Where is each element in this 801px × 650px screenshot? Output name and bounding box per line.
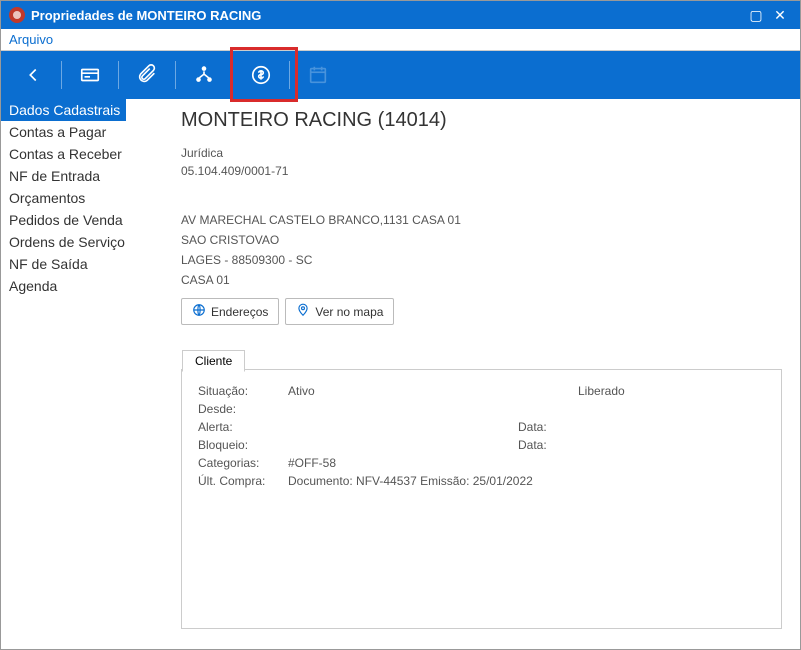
separator xyxy=(175,61,176,89)
tab-cliente[interactable]: Cliente xyxy=(182,350,245,372)
entity-heading: MONTEIRO RACING (14014) xyxy=(181,109,782,132)
ultcompra-value: Documento: NFV-44537 Emissão: 25/01/2022 xyxy=(288,474,678,488)
sidebar-item-orcamentos[interactable]: Orçamentos xyxy=(1,187,171,209)
enderecos-button[interactable]: Endereços xyxy=(181,298,279,325)
data2-label: Data: xyxy=(518,438,578,452)
content-area: Dados Cadastrais Contas a Pagar Contas a… xyxy=(1,99,800,649)
cliente-panel: Cliente Situação: Ativo Liberado Desde: … xyxy=(181,369,782,629)
toolbar xyxy=(1,51,800,99)
categorias-value: #OFF-58 xyxy=(288,456,518,470)
sidebar-item-nf-saida[interactable]: NF de Saída xyxy=(1,253,171,275)
money-icon[interactable] xyxy=(239,53,283,97)
separator xyxy=(232,61,233,89)
back-button[interactable] xyxy=(11,53,55,97)
calendar-icon xyxy=(296,53,340,97)
relations-icon[interactable] xyxy=(182,53,226,97)
maximize-button[interactable]: ▢ xyxy=(744,7,768,24)
window-title: Propriedades de MONTEIRO RACING xyxy=(31,8,261,23)
app-icon xyxy=(9,7,25,23)
address-line4: CASA 01 xyxy=(181,270,782,290)
situacao-label: Situação: xyxy=(198,384,288,398)
sidebar-item-dados-cadastrais[interactable]: Dados Cadastrais xyxy=(1,99,126,121)
card-icon[interactable] xyxy=(68,53,112,97)
separator xyxy=(289,61,290,89)
ultcompra-label: Últ. Compra: xyxy=(198,474,288,488)
titlebar: Propriedades de MONTEIRO RACING ▢ ✕ xyxy=(1,1,800,29)
sidebar-item-nf-entrada[interactable]: NF de Entrada xyxy=(1,165,171,187)
ver-mapa-label: Ver no mapa xyxy=(315,305,383,319)
liberado-value: Liberado xyxy=(578,384,678,398)
alerta-label: Alerta: xyxy=(198,420,288,434)
menubar: Arquivo xyxy=(1,29,800,51)
data1-label: Data: xyxy=(518,420,578,434)
attach-icon[interactable] xyxy=(125,53,169,97)
entity-type: Jurídica xyxy=(181,144,782,162)
address-line3: LAGES - 88509300 - SC xyxy=(181,250,782,270)
sidebar-item-contas-pagar[interactable]: Contas a Pagar xyxy=(1,121,171,143)
close-button[interactable]: ✕ xyxy=(768,7,792,24)
ver-mapa-button[interactable]: Ver no mapa xyxy=(285,298,394,325)
entity-cnpj: 05.104.409/0001-71 xyxy=(181,162,782,180)
sidebar: Dados Cadastrais Contas a Pagar Contas a… xyxy=(1,99,171,649)
sidebar-item-agenda[interactable]: Agenda xyxy=(1,275,171,297)
address-block: AV MARECHAL CASTELO BRANCO,1131 CASA 01 … xyxy=(181,210,782,290)
bloqueio-label: Bloqueio: xyxy=(198,438,288,452)
separator xyxy=(61,61,62,89)
address-line1: AV MARECHAL CASTELO BRANCO,1131 CASA 01 xyxy=(181,210,782,230)
separator xyxy=(118,61,119,89)
globe-icon xyxy=(192,303,206,320)
sidebar-item-ordens-servico[interactable]: Ordens de Serviço xyxy=(1,231,171,253)
situacao-value: Ativo xyxy=(288,384,518,398)
desde-label: Desde: xyxy=(198,402,288,416)
enderecos-label: Endereços xyxy=(211,305,268,319)
menu-arquivo[interactable]: Arquivo xyxy=(9,32,53,47)
pin-icon xyxy=(296,303,310,320)
address-line2: SAO CRISTOVAO xyxy=(181,230,782,250)
categorias-label: Categorias: xyxy=(198,456,288,470)
main-panel: MONTEIRO RACING (14014) Jurídica 05.104.… xyxy=(171,99,800,649)
sidebar-item-contas-receber[interactable]: Contas a Receber xyxy=(1,143,171,165)
sidebar-item-pedidos-venda[interactable]: Pedidos de Venda xyxy=(1,209,171,231)
